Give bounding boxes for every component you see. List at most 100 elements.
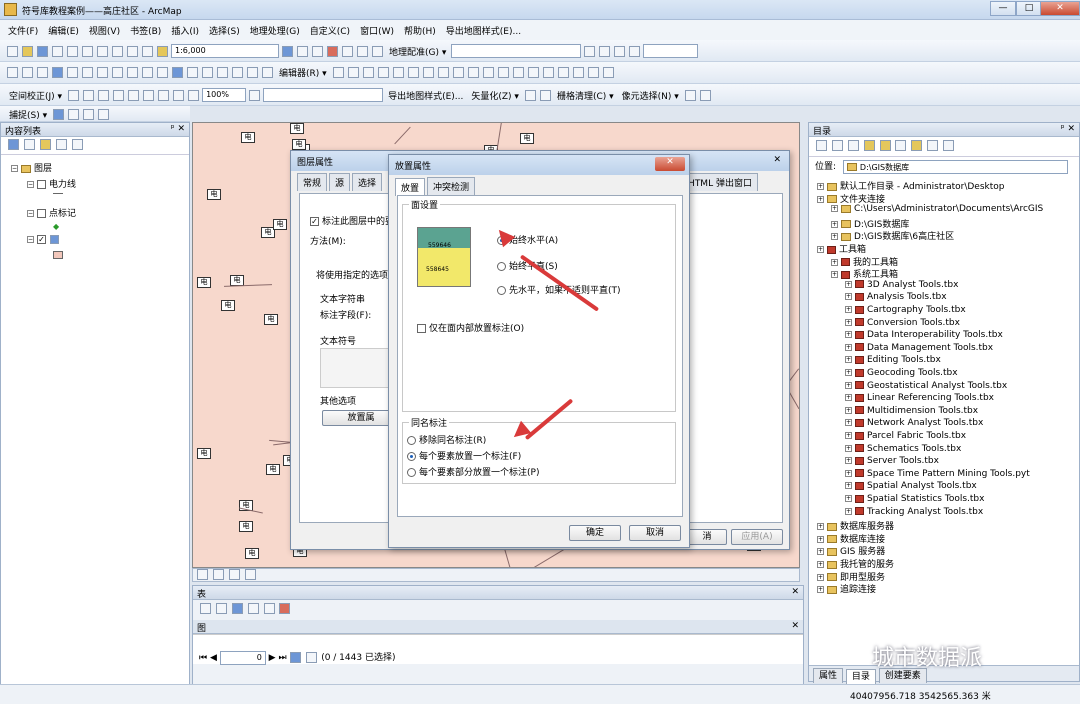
inside-only-check[interactable]: 仅在面内部放置标注(O) (417, 321, 524, 334)
effect-combo[interactable] (263, 88, 384, 102)
catalog-item[interactable]: + D:\GIS数据库\6高庄社区 (831, 229, 954, 242)
catalog-item[interactable]: + C:\Users\Administrator\Documents\ArcGIS (831, 204, 1043, 214)
zoom-combo[interactable]: 100% (202, 88, 247, 102)
expand-icon[interactable]: + (845, 369, 852, 376)
catalog-item[interactable]: + Conversion Tools.tbx (845, 318, 960, 328)
catalog-item[interactable]: + Spatial Statistics Tools.tbx (845, 494, 984, 504)
expand-icon[interactable]: + (845, 507, 852, 515)
edge-snap-icon[interactable] (98, 109, 110, 120)
identify-icon[interactable] (172, 67, 183, 78)
toc-close-icon[interactable]: ᵖ ✕ (171, 124, 185, 134)
catalog-window-icon[interactable] (312, 45, 323, 57)
reshape-icon[interactable] (437, 67, 449, 78)
placement-close-icon[interactable]: ✕ (655, 157, 685, 171)
catalog-item[interactable]: + 默认工作目录 - Administrator\Desktop (817, 179, 1004, 192)
catalog-item[interactable]: + 追踪连接 (817, 582, 876, 595)
expand-icon[interactable]: + (831, 271, 838, 279)
georef-layer-combo[interactable] (451, 44, 582, 58)
copy-icon[interactable] (82, 45, 93, 57)
catalog-item[interactable]: + Network Analyst Tools.tbx (845, 418, 983, 428)
catalog-item[interactable]: + 系统工具箱 (831, 267, 898, 280)
edit-annotation-icon[interactable] (347, 67, 359, 78)
pixel-select-menu[interactable]: 像元选择(N) ▾ (622, 89, 679, 102)
full-extent-icon[interactable] (52, 67, 63, 78)
menu-item-10[interactable]: 导出地图样式(E)... (446, 24, 521, 37)
expand-icon[interactable]: + (845, 495, 852, 502)
expand-icon[interactable]: + (845, 432, 852, 439)
spatial-adjust-menu[interactable]: 空间校正(J) ▾ (9, 89, 62, 102)
new-folder-icon[interactable] (911, 140, 923, 151)
catalog-item[interactable]: + Spatial Analyst Tools.tbx (845, 481, 977, 491)
attributes-icon[interactable] (497, 67, 509, 78)
go-to-xy-icon[interactable] (232, 67, 243, 78)
expand-icon[interactable]: + (817, 586, 824, 594)
list-by-source-icon[interactable] (23, 139, 35, 150)
location-combo[interactable]: D:\GIS数据库 (842, 159, 1068, 174)
tab-conflict-detection[interactable]: 冲突检测 (427, 177, 476, 195)
redo-icon[interactable] (142, 45, 153, 57)
menu-item-1[interactable]: 编辑(E) (48, 24, 79, 37)
snap-menu[interactable]: 捕捉(S) ▾ (9, 108, 47, 121)
fixed-zoom-out-icon[interactable] (82, 67, 93, 78)
adjust-tool-icon[interactable] (68, 89, 80, 101)
menu-item-9[interactable]: 帮助(H) (404, 24, 436, 37)
menu-item-6[interactable]: 地理处理(G) (250, 24, 300, 37)
arctoolbox-icon[interactable] (342, 45, 353, 57)
vectorize-line-icon[interactable] (539, 89, 551, 101)
toc-layer-points[interactable]: − 点标记 (27, 206, 76, 219)
save-icon[interactable] (37, 45, 48, 57)
expand-icon[interactable]: + (817, 523, 824, 531)
catalog-item[interactable]: + Editing Tools.tbx (845, 355, 941, 365)
point-snap-icon[interactable] (53, 109, 65, 120)
find-icon[interactable] (217, 67, 228, 78)
select-elements-icon[interactable] (157, 67, 168, 78)
fixed-zoom-in-icon[interactable] (67, 67, 78, 78)
multi-link-icon[interactable] (113, 89, 125, 101)
pan-icon[interactable] (37, 67, 48, 78)
record-input[interactable]: 0 (219, 650, 266, 665)
model-builder-icon[interactable] (372, 45, 383, 57)
catalog-item[interactable]: + Geostatistical Analyst Tools.tbx (845, 381, 1007, 391)
table-close-icon[interactable]: ✕ (791, 587, 799, 597)
measure-icon[interactable] (202, 67, 213, 78)
list-by-visibility-icon[interactable] (39, 139, 51, 150)
catalog-item[interactable]: + Analysis Tools.tbx (845, 292, 947, 302)
options-icon[interactable] (943, 140, 954, 151)
list-by-drawing-order-icon[interactable] (8, 139, 19, 150)
catalog-item[interactable]: + Parcel Fabric Tools.tbx (845, 431, 966, 441)
toc-layer-parcels[interactable]: − ✓ (27, 235, 60, 245)
pixel-tool2-icon[interactable] (699, 89, 711, 101)
expand-icon[interactable]: + (817, 195, 824, 203)
menu-item-0[interactable]: 文件(F) (8, 24, 38, 37)
radio-one-per-part[interactable]: 每个要素部分放置一个标注(P) (407, 465, 539, 478)
catalog-item[interactable]: + Cartography Tools.tbx (845, 305, 966, 315)
close-button[interactable]: ✕ (1040, 1, 1080, 16)
georef-menu[interactable]: 地理配准(G) ▾ (389, 45, 446, 58)
vectorize-menu[interactable]: 矢量化(Z) ▾ (471, 89, 519, 102)
table-icon[interactable] (629, 45, 641, 57)
expand-icon[interactable]: + (817, 183, 824, 190)
end-snap-icon[interactable] (68, 109, 80, 120)
expand-icon[interactable]: + (831, 205, 838, 213)
toc-window-icon[interactable] (297, 45, 308, 57)
expand-icon[interactable]: + (845, 406, 852, 414)
snapping-icon[interactable] (557, 67, 569, 78)
rotate-icon[interactable] (599, 45, 611, 57)
open-icon[interactable] (22, 45, 33, 57)
straight-segment-icon[interactable] (362, 67, 374, 78)
blank-combo[interactable] (643, 44, 699, 58)
image-icon[interactable] (173, 89, 185, 101)
cut-icon[interactable] (67, 45, 78, 57)
catalog-item[interactable]: + 我托管的服务 (817, 557, 894, 570)
list-by-selection-icon[interactable] (55, 139, 67, 150)
catalog-item[interactable]: + 即用型服务 (817, 570, 885, 583)
next-record-icon[interactable]: ▶ (269, 653, 276, 663)
select-by-attr-icon[interactable] (231, 603, 243, 614)
menu-item-5[interactable]: 选择(S) (209, 24, 240, 37)
first-record-icon[interactable]: ⏮ (199, 653, 207, 663)
refresh-icon[interactable] (602, 67, 614, 78)
point-icon[interactable] (407, 67, 419, 78)
back-icon[interactable] (816, 140, 827, 151)
catalog-item[interactable]: + 工具箱 (817, 242, 866, 255)
python-icon[interactable] (357, 45, 368, 57)
